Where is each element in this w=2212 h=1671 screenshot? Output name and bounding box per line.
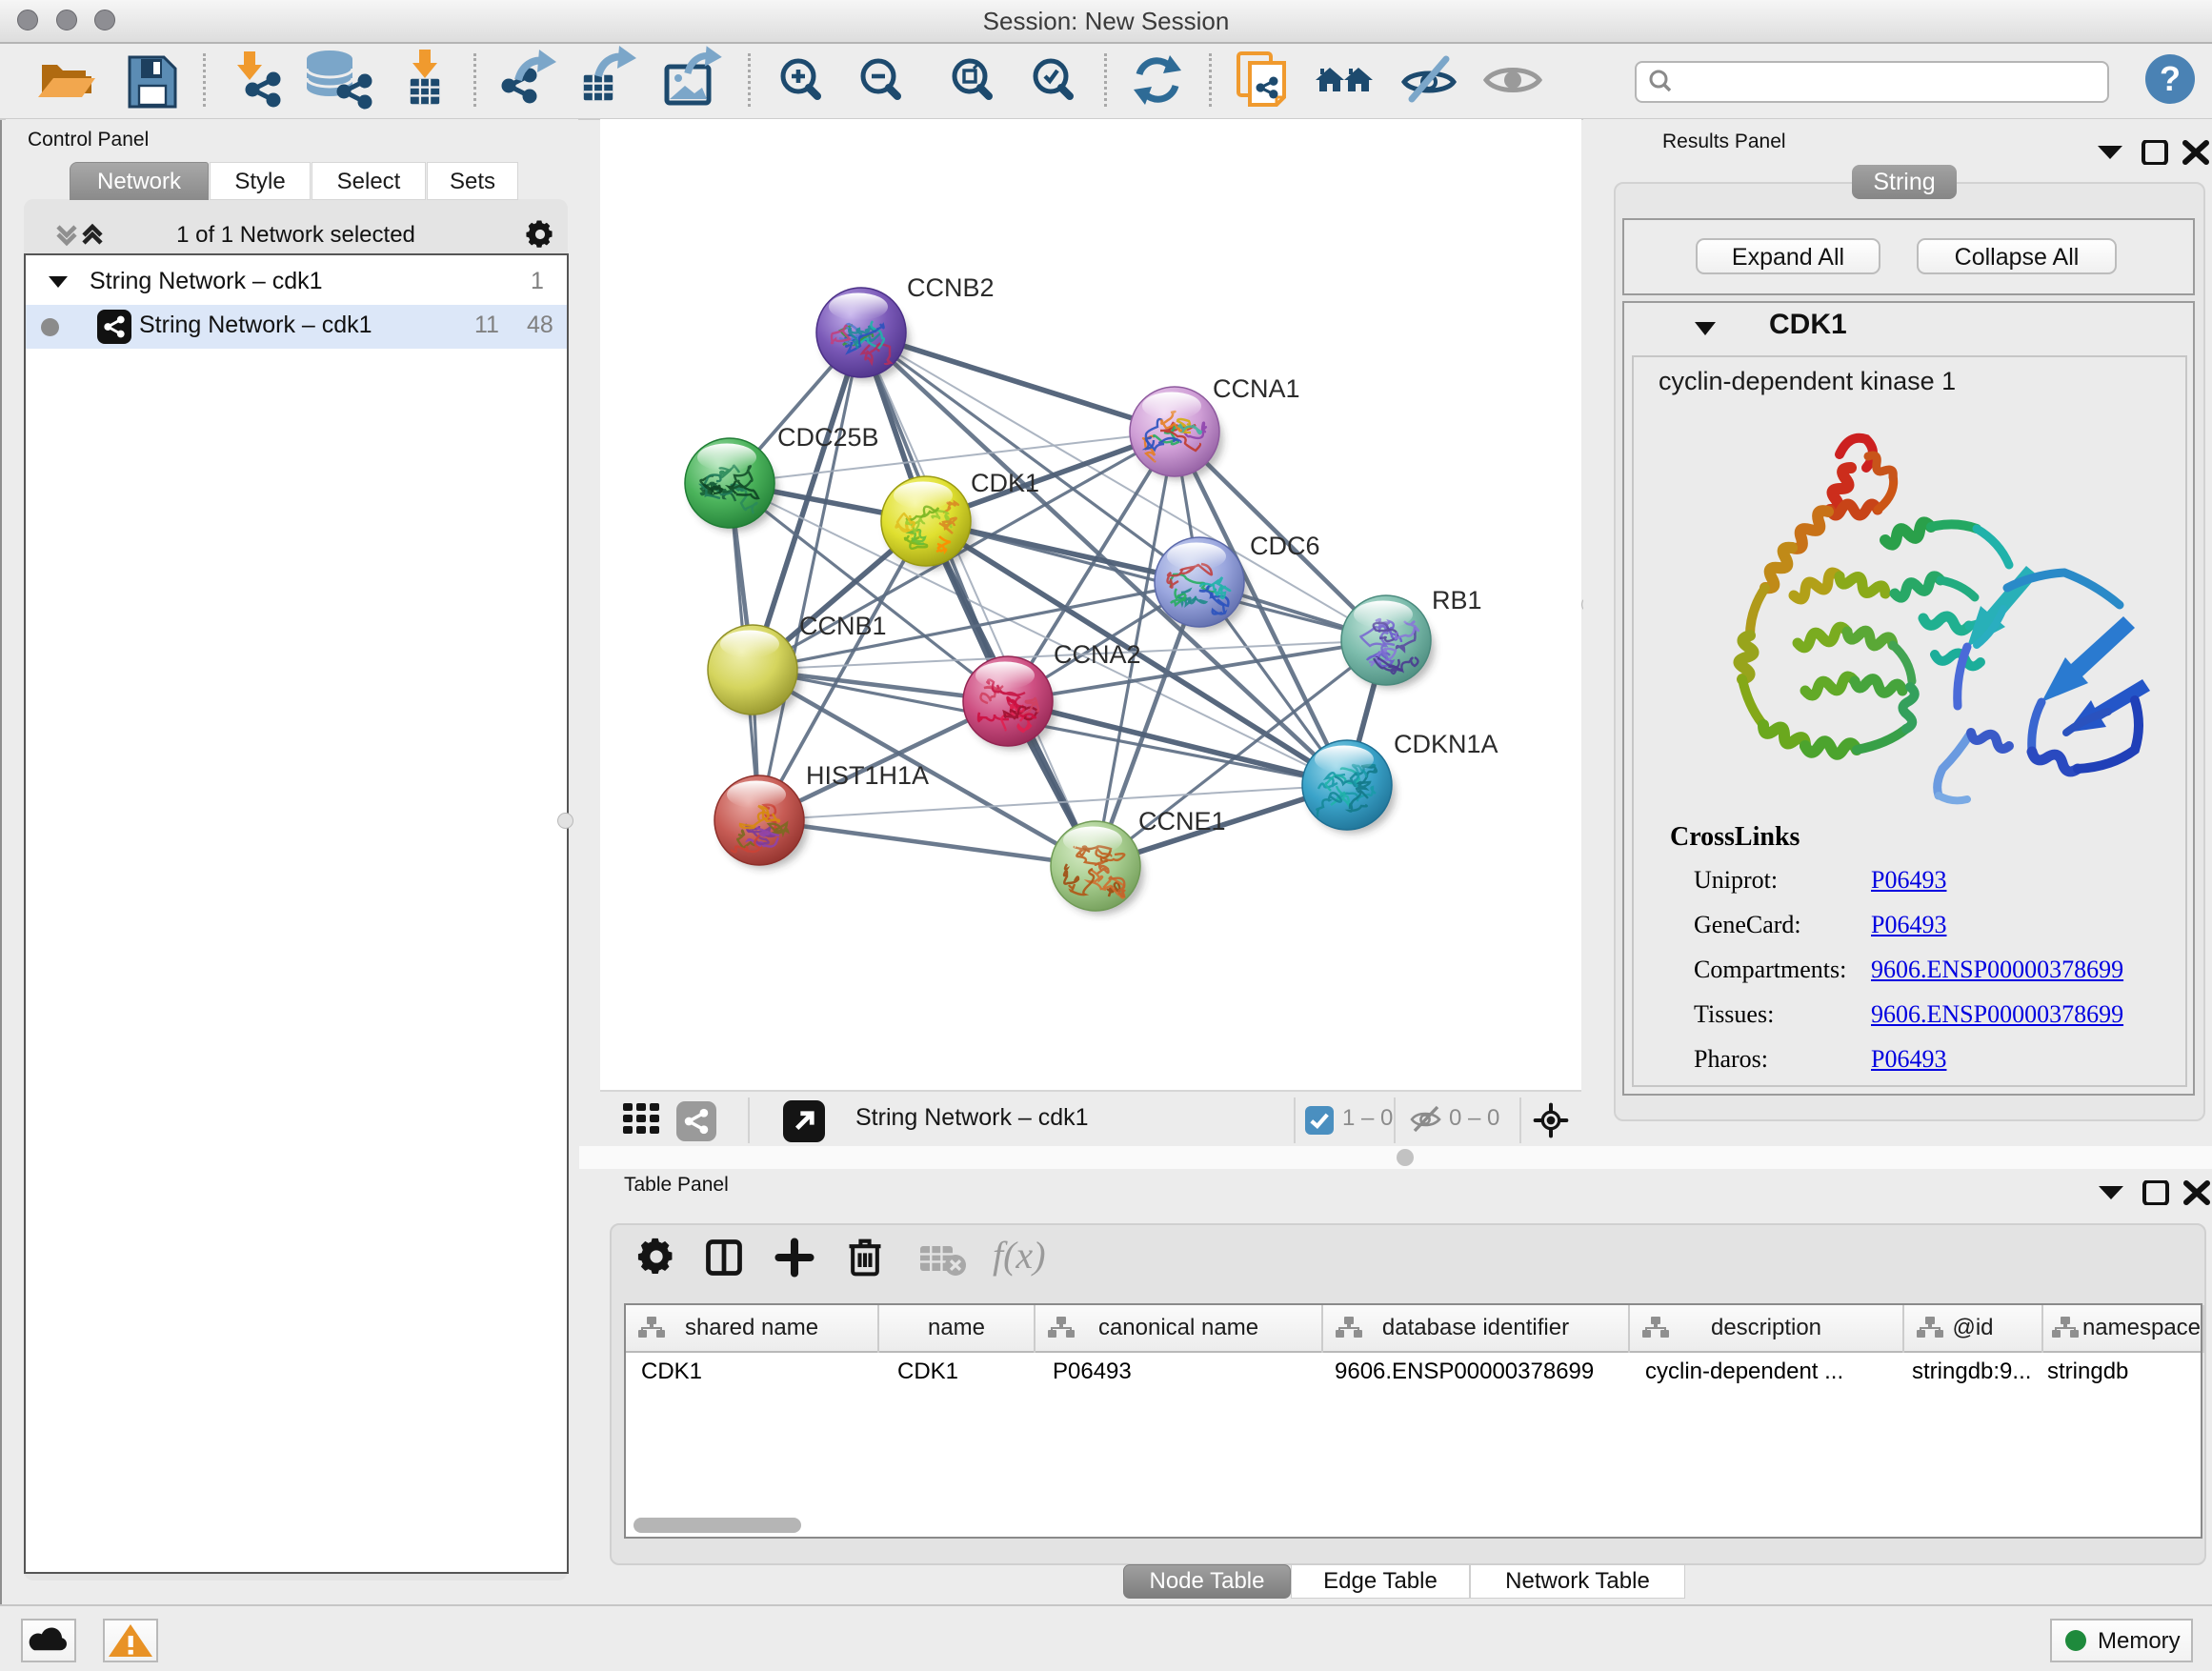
svg-text:CDK1: CDK1 <box>971 469 1039 497</box>
svg-text:CCNB1: CCNB1 <box>799 612 887 640</box>
svg-text:CDC25B: CDC25B <box>777 423 879 452</box>
svg-text:CCNA1: CCNA1 <box>1213 374 1300 403</box>
svg-text:CDC6: CDC6 <box>1250 532 1320 560</box>
svg-text:CDKN1A: CDKN1A <box>1394 730 1498 758</box>
svg-text:HIST1H1A: HIST1H1A <box>806 761 929 790</box>
svg-text:CCNE1: CCNE1 <box>1138 807 1226 836</box>
svg-text:CCNA2: CCNA2 <box>1054 640 1141 669</box>
svg-text:RB1: RB1 <box>1432 586 1482 614</box>
svg-text:CCNB2: CCNB2 <box>907 273 995 302</box>
